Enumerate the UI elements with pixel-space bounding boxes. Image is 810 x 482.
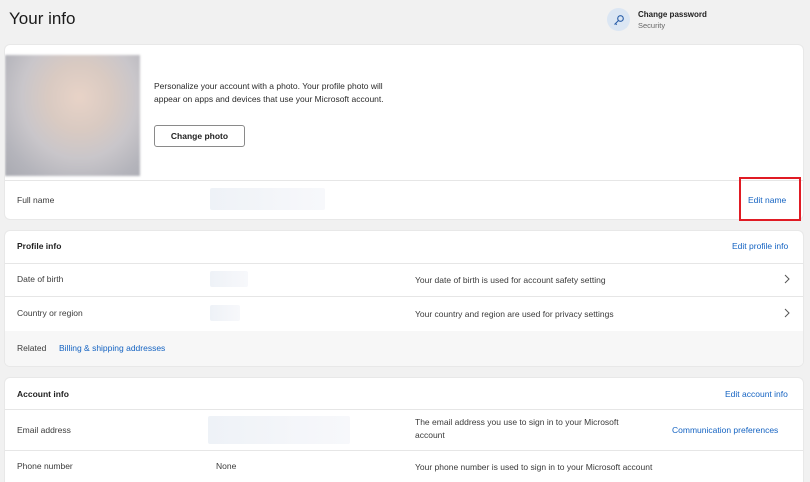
country-region-description: Your country and region are used for pri… (415, 309, 614, 319)
full-name-value (210, 188, 325, 210)
photo-description: Personalize your account with a photo. Y… (154, 81, 384, 104)
account-info-card: Account info Edit account info Email add… (5, 378, 803, 482)
profile-info-title: Profile info (17, 241, 62, 251)
divider (5, 263, 803, 264)
photo-card: Personalize your account with a photo. Y… (5, 45, 803, 219)
divider (5, 450, 803, 451)
communication-preferences-link[interactable]: Communication preferences (672, 425, 778, 435)
change-password-link[interactable]: Change password Security (607, 8, 707, 31)
full-name-label: Full name (17, 195, 55, 205)
related-label: Related (17, 343, 47, 353)
edit-account-info-link[interactable]: Edit account info (725, 389, 788, 399)
account-info-title: Account info (17, 389, 69, 399)
profile-info-card: Profile info Edit profile info Date of b… (5, 231, 803, 366)
divider (5, 409, 803, 410)
phone-number-description: Your phone number is used to sign in to … (415, 462, 653, 472)
date-of-birth-label: Date of birth (17, 274, 64, 284)
change-photo-button[interactable]: Change photo (154, 125, 245, 147)
email-address-description: The email address you use to sign in to … (415, 417, 619, 440)
chevron-right-icon (784, 274, 790, 284)
edit-profile-info-link[interactable]: Edit profile info (732, 241, 788, 251)
email-address-value (208, 416, 350, 444)
email-address-label: Email address (17, 425, 71, 435)
phone-number-label: Phone number (17, 461, 73, 471)
date-of-birth-description: Your date of birth is used for account s… (415, 275, 606, 285)
divider (5, 180, 803, 181)
profile-photo (5, 55, 140, 176)
billing-shipping-link[interactable]: Billing & shipping addresses (59, 343, 165, 353)
change-password-title: Change password (638, 9, 707, 19)
date-of-birth-value (210, 271, 248, 287)
page-title: Your info (9, 9, 76, 28)
divider (5, 296, 803, 297)
country-region-label: Country or region (17, 308, 83, 318)
country-region-value (210, 305, 240, 321)
chevron-right-icon (784, 308, 790, 318)
edit-name-highlight (739, 177, 801, 221)
key-icon (607, 8, 630, 31)
change-password-subtitle: Security (638, 20, 666, 30)
phone-number-value: None (216, 461, 237, 471)
